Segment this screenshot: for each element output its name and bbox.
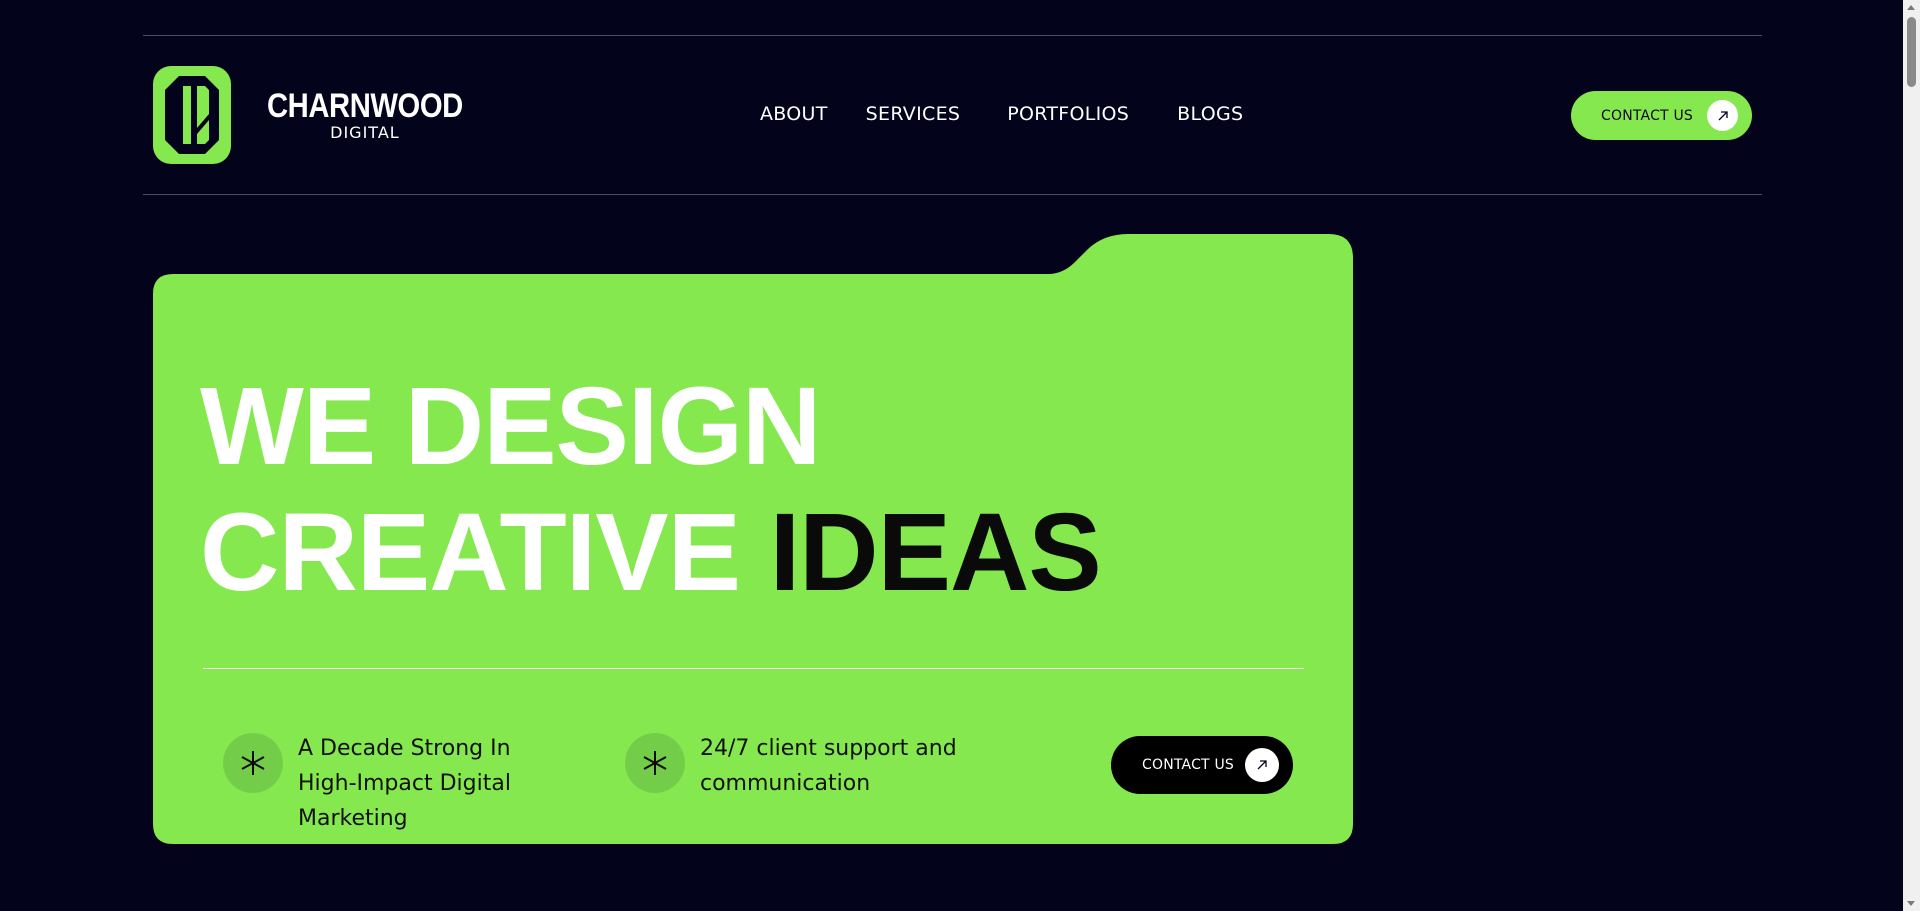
hero-divider (203, 668, 1304, 669)
hero-headline: WE DESIGN CREATIVE IDEAS (200, 364, 1102, 616)
headline-line-1: WE DESIGN (200, 365, 821, 488)
asterisk-icon (223, 733, 283, 793)
headline-line-2: CREATIVE IDEAS (200, 490, 1102, 616)
header-top-divider (143, 35, 1762, 36)
header-bottom-divider (143, 194, 1762, 195)
feature-decade: A Decade Strong In High-Impact Digital M… (223, 731, 568, 836)
logo-wordmark: CHARNWOOD DIGITAL (251, 88, 479, 142)
header-contact-button[interactable]: CONTACT US (1571, 91, 1752, 140)
nav-blogs[interactable]: BLOGS (1177, 100, 1243, 128)
arrow-up-right-icon (1707, 100, 1738, 131)
hero-contact-label: CONTACT US (1142, 757, 1234, 773)
nav-about[interactable]: ABOUT (760, 100, 828, 128)
site-logo[interactable]: CHARNWOOD DIGITAL (153, 66, 479, 164)
feature-decade-text: A Decade Strong In High-Impact Digital M… (298, 736, 511, 831)
page: CHARNWOOD DIGITAL ABOUT SERVICES PORTFOL… (0, 0, 1920, 911)
scroll-down-icon[interactable] (1907, 901, 1915, 906)
page-scrollbar[interactable] (1903, 0, 1920, 911)
feature-support: 24/7 client support and communication (625, 731, 970, 801)
hero-contact-button[interactable]: CONTACT US (1111, 736, 1293, 794)
hero-card: WE DESIGN CREATIVE IDEAS A Decade Strong… (153, 234, 1353, 844)
asterisk-icon (625, 733, 685, 793)
scrollbar-thumb[interactable] (1907, 17, 1916, 87)
main-nav: ABOUT SERVICES PORTFOLIOS BLOGS (760, 100, 1243, 128)
logo-name: CHARNWOOD (266, 87, 463, 125)
nav-portfolios[interactable]: PORTFOLIOS (1007, 100, 1129, 128)
scroll-up-icon[interactable] (1907, 5, 1915, 10)
nav-services[interactable]: SERVICES (866, 100, 961, 128)
headline-ideas: IDEAS (769, 491, 1102, 614)
logo-subtitle: DIGITAL (330, 123, 400, 142)
feature-support-text: 24/7 client support and communication (700, 736, 957, 796)
header-contact-label: CONTACT US (1601, 107, 1693, 124)
arrow-up-right-icon (1245, 748, 1279, 782)
charnwood-logo-icon (153, 66, 231, 164)
headline-creative: CREATIVE (200, 491, 741, 614)
